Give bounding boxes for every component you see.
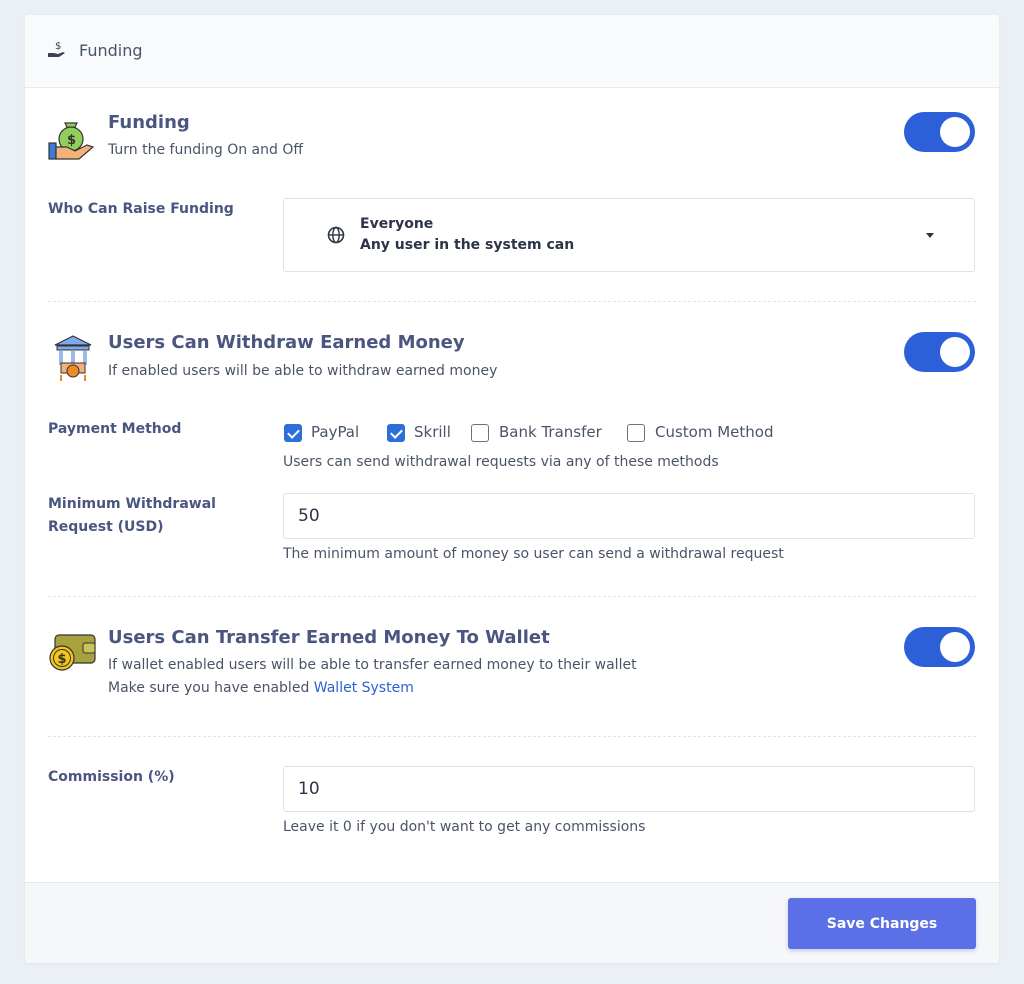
section-divider (48, 301, 976, 302)
min-withdrawal-label: Minimum Withdrawal Request (USD) (48, 496, 216, 535)
skrill-checkbox[interactable] (387, 424, 405, 442)
transfer-note: Make sure you have enabled Wallet System (108, 678, 414, 699)
funding-toggle[interactable] (904, 112, 975, 152)
who-can-raise-select[interactable]: Everyone Any user in the system can (283, 198, 975, 272)
toggle-knob (940, 337, 970, 367)
card-header: $ Funding (25, 15, 999, 88)
paypal-checkbox[interactable] (284, 424, 302, 442)
bank-transfer-label: Bank Transfer (499, 423, 602, 441)
svg-text:$: $ (55, 41, 61, 52)
select-value-subtitle: Any user in the system can (360, 237, 575, 253)
toggle-knob (940, 632, 970, 662)
commission-input[interactable] (283, 766, 975, 812)
who-can-raise-label: Who Can Raise Funding (48, 201, 234, 217)
min-withdrawal-hint: The minimum amount of money so user can … (283, 546, 784, 562)
payment-method-hint: Users can send withdrawal requests via a… (283, 454, 719, 470)
funding-settings-card: $ Funding $ Funding Turn the funding On … (25, 15, 999, 963)
card-footer: Save Changes (25, 882, 999, 963)
funding-description: Turn the funding On and Off (108, 142, 304, 158)
page-title: Funding (79, 41, 143, 60)
commission-hint: Leave it 0 if you don't want to get any … (283, 819, 646, 835)
save-changes-button[interactable]: Save Changes (788, 898, 976, 949)
section-divider (48, 736, 976, 737)
caret-down-icon (926, 233, 934, 238)
wallet-coin-icon: $ (49, 634, 96, 671)
bank-transfer-checkbox[interactable] (471, 424, 489, 442)
transfer-title: Users Can Transfer Earned Money To Walle… (108, 627, 550, 648)
svg-text:$: $ (67, 133, 76, 148)
money-bag-hand-icon: $ (48, 122, 95, 160)
wallet-system-link[interactable]: Wallet System (314, 680, 414, 696)
min-withdrawal-input[interactable] (283, 493, 975, 539)
hand-coin-icon: $ (48, 41, 65, 57)
payment-method-label: Payment Method (48, 421, 182, 437)
custom-method-label: Custom Method (655, 423, 774, 441)
withdraw-title: Users Can Withdraw Earned Money (108, 332, 465, 353)
bank-withdraw-icon (54, 335, 92, 381)
section-divider (48, 596, 976, 597)
transfer-toggle[interactable] (904, 627, 975, 667)
withdraw-toggle[interactable] (904, 332, 975, 372)
withdraw-description: If enabled users will be able to withdra… (108, 363, 498, 379)
svg-text:$: $ (58, 652, 67, 667)
select-value-title: Everyone (360, 216, 434, 232)
transfer-description: If wallet enabled users will be able to … (108, 657, 637, 673)
commission-label: Commission (%) (48, 769, 175, 785)
skrill-label: Skrill (414, 423, 451, 441)
funding-title: Funding (108, 112, 190, 133)
custom-method-checkbox[interactable] (627, 424, 645, 442)
toggle-knob (940, 117, 970, 147)
transfer-note-text: Make sure you have enabled (108, 680, 314, 696)
globe-icon (327, 226, 345, 244)
paypal-label: PayPal (311, 423, 360, 441)
